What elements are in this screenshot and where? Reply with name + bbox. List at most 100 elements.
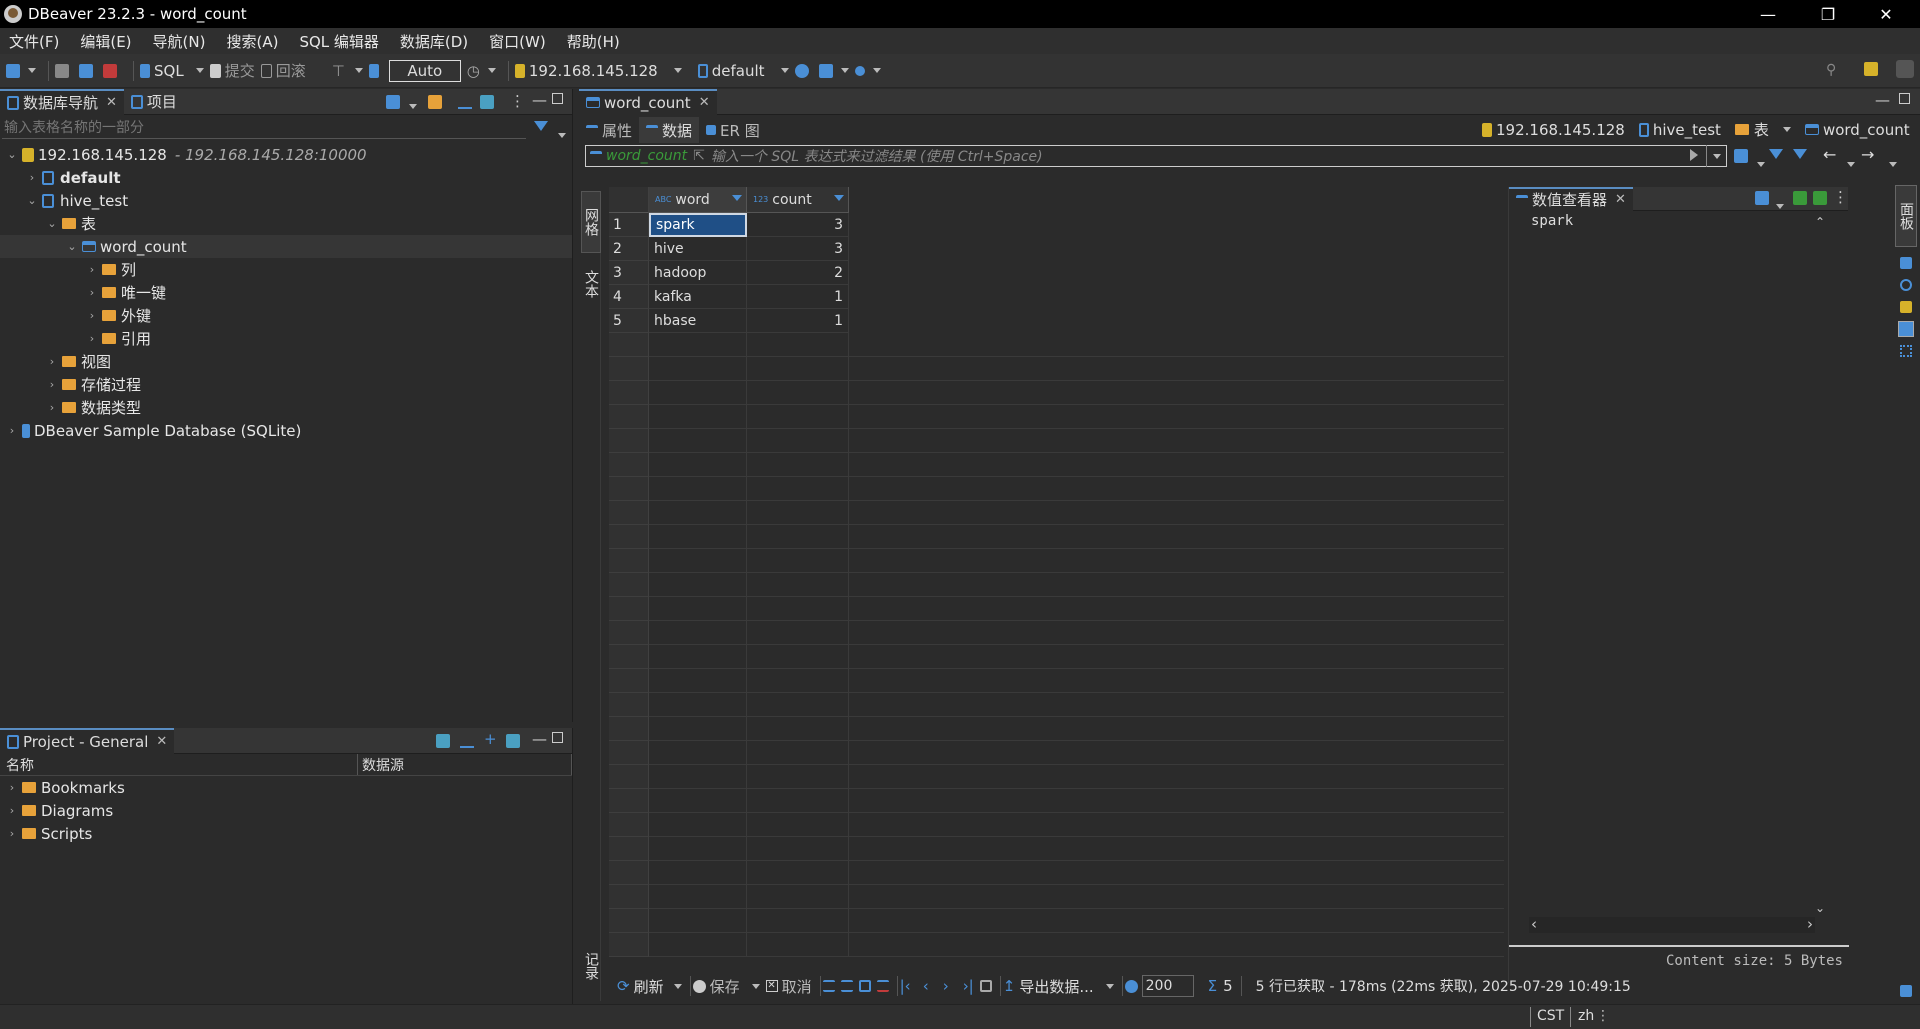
fetch-all-button[interactable] <box>979 972 992 1000</box>
lock-button[interactable] <box>368 57 383 85</box>
cell-word-selected[interactable]: spark <box>649 213 747 237</box>
locale-label[interactable]: zh <box>1578 1008 1594 1024</box>
active-connection-selector[interactable]: 192.168.145.128 <box>514 57 682 85</box>
save-icon[interactable] <box>1793 191 1807 205</box>
panel-icon-2[interactable] <box>1900 279 1912 291</box>
menu-window[interactable]: 窗口(W) <box>480 31 558 52</box>
filter-icon[interactable] <box>1793 149 1807 159</box>
viewer-dropdown[interactable] <box>1772 195 1784 213</box>
maximize-view-icon[interactable] <box>552 732 563 743</box>
close-window-button[interactable]: ✕ <box>1858 0 1914 28</box>
grid-corner[interactable] <box>609 187 649 213</box>
tree-item-data-types[interactable]: › 数据类型 <box>0 396 572 419</box>
cell-count[interactable]: 1 <box>747 285 849 309</box>
row-number[interactable]: 3 <box>609 261 649 285</box>
cell-word[interactable]: kafka <box>649 285 747 309</box>
chevron-right-icon[interactable]: › <box>6 827 18 840</box>
active-schema-selector[interactable]: default <box>697 57 789 85</box>
pending-transactions-button[interactable] <box>818 57 849 85</box>
link-icon[interactable] <box>506 734 520 748</box>
project-item-diagrams[interactable]: › Diagrams <box>0 799 572 822</box>
tab-database-navigator[interactable]: 数据库导航 ✕ <box>0 88 124 115</box>
cancel-button[interactable]: ✕ 取消 <box>765 972 812 1000</box>
subtab-properties[interactable]: 属性 <box>579 117 639 143</box>
commit-mode-toggle[interactable]: Auto <box>388 59 461 82</box>
eraser-dropdown[interactable] <box>1753 153 1765 171</box>
tab-value-viewer[interactable]: 数值查看器 ✕ <box>1509 186 1633 211</box>
col-header-word[interactable]: ABC word <box>649 187 747 213</box>
search-icon[interactable]: ⚲ <box>1826 62 1836 78</box>
history-button[interactable]: ◷ <box>467 57 496 85</box>
new-connection-button[interactable] <box>6 57 36 85</box>
cell-count[interactable]: 3 <box>747 213 849 237</box>
refresh-button[interactable]: ⟳ 刷新 <box>617 972 682 1000</box>
open-perspective-icon[interactable] <box>1864 62 1878 76</box>
tree-item-sample-db[interactable]: › DBeaver Sample Database (SQLite) <box>0 419 572 442</box>
menu-navigate[interactable]: 导航(N) <box>144 31 218 52</box>
add-row-button[interactable] <box>840 972 853 1000</box>
tree-item-unique-keys[interactable]: › 唯一键 <box>0 281 572 304</box>
transaction-mode-button[interactable]: ⊤ <box>332 57 363 85</box>
subtab-data[interactable]: 数据 <box>639 117 700 143</box>
back-dropdown[interactable] <box>1843 153 1855 171</box>
commit-button[interactable]: 提交 <box>209 57 255 85</box>
tab-project-general[interactable]: Project - General ✕ <box>0 727 175 754</box>
chevron-down-icon[interactable]: ⌄ <box>26 194 38 207</box>
tree-item-connection[interactable]: ⌄ 192.168.145.128 - 192.168.145.128:10000 <box>0 143 572 166</box>
row-number[interactable]: 1 <box>609 213 649 237</box>
menu-file[interactable]: 文件(F) <box>0 31 71 52</box>
chevron-right-icon[interactable]: › <box>46 378 58 391</box>
project-item-bookmarks[interactable]: › Bookmarks <box>0 776 572 799</box>
tree-item-default[interactable]: › default <box>0 166 572 189</box>
expand-filter-icon[interactable]: ⇱ <box>693 148 705 164</box>
cell-word[interactable]: hadoop <box>649 261 747 285</box>
cell-count[interactable]: 1 <box>747 309 849 333</box>
chevron-right-icon[interactable]: › <box>86 263 98 276</box>
tree-item-procedures[interactable]: › 存储过程 <box>0 373 572 396</box>
col-header-count[interactable]: 123 count <box>747 187 849 213</box>
row-number[interactable]: 2 <box>609 237 649 261</box>
edit-row-button[interactable] <box>822 972 835 1000</box>
filter-history-dropdown[interactable] <box>1706 145 1726 167</box>
chevron-right-icon[interactable]: › <box>6 424 18 437</box>
disconnect-button[interactable] <box>103 57 121 85</box>
timezone-label[interactable]: CST <box>1537 1008 1564 1024</box>
tree-item-columns[interactable]: › 列 <box>0 258 572 281</box>
menu-edit[interactable]: 编辑(E) <box>71 31 143 52</box>
minimize-view-icon[interactable]: — <box>532 730 547 748</box>
filter-input-box[interactable]: word_count ⇱ 输入一个 SQL 表达式来过滤结果 (使用 Ctrl+… <box>585 145 1727 167</box>
close-icon[interactable]: ✕ <box>1615 192 1626 207</box>
configure-icon[interactable] <box>436 734 450 748</box>
dropdown-icon[interactable] <box>405 95 417 113</box>
side-tab-record[interactable]: 记录 <box>581 941 601 991</box>
panel-icon-bottom[interactable] <box>1900 985 1912 997</box>
cell-count[interactable]: 2 <box>747 261 849 285</box>
next-page-button[interactable]: › <box>943 972 949 1000</box>
chevron-right-icon[interactable]: › <box>6 781 18 794</box>
chevron-right-icon[interactable]: › <box>46 355 58 368</box>
filter-settings-icon[interactable] <box>1769 149 1783 159</box>
filter-dropdown-icon[interactable] <box>554 124 566 142</box>
col-header-datasource[interactable]: 数据源 <box>358 754 572 775</box>
forward-arrow-icon[interactable]: → <box>1861 145 1874 164</box>
side-tab-panels[interactable]: 面板 <box>1895 185 1917 247</box>
first-page-button[interactable]: |‹ <box>900 972 911 1000</box>
cell-word[interactable]: hive <box>649 237 747 261</box>
minimize-button[interactable]: — <box>1740 0 1796 28</box>
crumb-connection[interactable]: 192.168.145.128 <box>1482 121 1625 139</box>
crumb-tables[interactable]: 表 <box>1734 119 1791 140</box>
apply-filter-icon[interactable] <box>1690 149 1698 161</box>
chevron-right-icon[interactable]: › <box>6 804 18 817</box>
row-count-button[interactable]: Σ5 <box>1208 972 1233 1000</box>
chevron-right-icon[interactable]: › <box>86 286 98 299</box>
sort-icon[interactable] <box>834 195 844 201</box>
side-tab-text[interactable]: 文本 <box>581 259 601 309</box>
tree-item-views[interactable]: › 视图 <box>0 350 572 373</box>
row-number[interactable]: 4 <box>609 285 649 309</box>
maximize-editor-icon[interactable] <box>1899 93 1910 104</box>
minimize-view-icon[interactable]: — <box>532 91 547 109</box>
close-icon[interactable]: ✕ <box>156 734 167 749</box>
transaction-log-button[interactable] <box>794 57 813 85</box>
new-connection-icon[interactable] <box>386 95 400 109</box>
collapse-all-icon[interactable] <box>458 95 472 109</box>
